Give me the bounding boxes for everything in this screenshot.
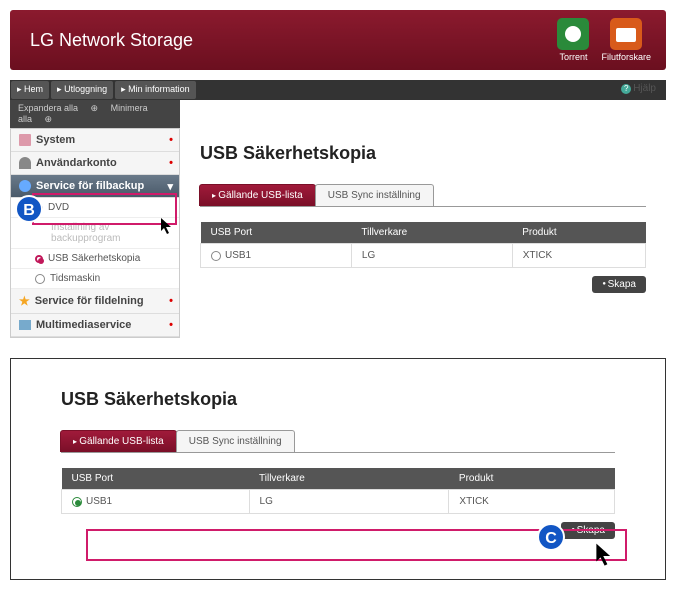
app-icon [35, 227, 46, 239]
cell-port: USB1 [225, 250, 251, 261]
tab-bar: Gällande USB-lista USB Sync inställning [200, 184, 646, 207]
usb-table: USB Port Tillverkare Produkt USB1 LG XTI… [200, 222, 646, 268]
star-icon: ★ [19, 294, 30, 308]
radio-icon [35, 255, 43, 263]
sidebar-sub-usb[interactable]: USB Säkerhetskopia [11, 249, 179, 269]
sidebar-item-label: Tidsmaskin [50, 273, 100, 284]
sidebar-item-label: Användarkonto [36, 157, 117, 169]
cell-maker: LG [351, 244, 512, 268]
cell-maker: LG [249, 490, 449, 514]
top-nav: ▸ Hem ▸ Utloggning ▸ Min information ?Hj… [10, 80, 666, 100]
header-icons: Torrent Filutforskare [557, 18, 651, 62]
tree-controls: Expandera alla ⊕ Minimera alla ⊕ [10, 100, 180, 128]
annotation-badge-b: B [15, 195, 43, 223]
cell-product: XTICK [449, 490, 615, 514]
cursor-icon [160, 217, 176, 242]
main-content: USB Säkerhetskopia Gällande USB-lista US… [180, 128, 666, 308]
expand-all[interactable]: Expandera alla ⊕ [18, 103, 98, 113]
sidebar-item-users[interactable]: Användarkonto [11, 152, 179, 175]
create-button[interactable]: Skapa [561, 522, 615, 539]
col-maker: Tillverkare [249, 468, 449, 490]
user-icon [19, 157, 31, 169]
help-icon: ? [621, 84, 631, 94]
tab-bar: Gällande USB-lista USB Sync inställning [61, 430, 615, 453]
sidebar-item-multimedia[interactable]: Multimediaservice [11, 314, 179, 337]
sidebar-item-label: System [36, 134, 75, 146]
cell-port: USB1 [86, 496, 112, 507]
radio-usb1[interactable] [211, 251, 221, 261]
app-title: LG Network Storage [30, 10, 646, 70]
explorer-label: Filutforskare [601, 52, 651, 62]
explorer-launcher[interactable]: Filutforskare [601, 18, 651, 62]
sidebar: System Användarkonto Service för filback… [10, 128, 180, 338]
app-header: LG Network Storage Torrent Filutforskare [10, 10, 666, 70]
explorer-icon [610, 18, 642, 50]
col-maker: Tillverkare [351, 222, 512, 244]
help-link[interactable]: ?Hjälp [621, 83, 656, 94]
col-port: USB Port [62, 468, 250, 490]
sidebar-item-label: USB Säkerhetskopia [48, 253, 140, 264]
table-row[interactable]: USB1 LG XTICK [62, 490, 615, 514]
system-icon [19, 134, 31, 146]
sidebar-item-share[interactable]: ★ Service för fildelning [11, 289, 179, 314]
torrent-icon [557, 18, 589, 50]
sidebar-item-label: Service för filbackup [36, 180, 144, 192]
torrent-label: Torrent [559, 52, 587, 62]
col-product: Produkt [449, 468, 615, 490]
sidebar-item-label: DVD [48, 202, 69, 213]
radio-usb1[interactable] [72, 497, 82, 507]
tab-usb-list[interactable]: Gällande USB-lista [199, 184, 316, 206]
detail-panel: USB Säkerhetskopia Gällande USB-lista US… [10, 358, 666, 580]
col-product: Produkt [512, 222, 645, 244]
sidebar-sub-time[interactable]: Tidsmaskin [11, 269, 179, 289]
backup-icon [19, 180, 31, 192]
sidebar-item-label: Multimediaservice [36, 319, 131, 331]
create-button[interactable]: Skapa [592, 276, 646, 293]
sidebar-item-system[interactable]: System [11, 129, 179, 152]
multimedia-icon [19, 320, 31, 330]
tab-usb-sync[interactable]: USB Sync inställning [315, 184, 434, 206]
cell-product: XTICK [512, 244, 645, 268]
sidebar-item-label: Service för fildelning [35, 295, 144, 307]
nav-home[interactable]: ▸ Hem [11, 81, 49, 99]
nav-logout[interactable]: ▸ Utloggning [51, 81, 113, 99]
sidebar-item-backup[interactable]: Service för filbackup [11, 175, 179, 198]
page-title: USB Säkerhetskopia [200, 143, 646, 164]
col-port: USB Port [201, 222, 352, 244]
nav-info[interactable]: ▸ Min information [115, 81, 196, 99]
clock-icon [35, 274, 45, 284]
torrent-launcher[interactable]: Torrent [557, 18, 589, 62]
tab-usb-sync[interactable]: USB Sync inställning [176, 430, 295, 452]
cursor-icon [595, 542, 617, 573]
table-row[interactable]: USB1 LG XTICK [201, 244, 646, 268]
annotation-badge-c: C [537, 523, 565, 551]
usb-table: USB Port Tillverkare Produkt USB1 LG XTI… [61, 468, 615, 514]
button-row: Skapa [200, 276, 646, 293]
sidebar-item-label: Inställning av backupprogram [51, 222, 171, 244]
tab-usb-list[interactable]: Gällande USB-lista [60, 430, 177, 452]
page-title: USB Säkerhetskopia [61, 389, 615, 410]
button-row: Skapa [61, 522, 615, 539]
sidebar-sub-app[interactable]: Inställning av backupprogram [11, 218, 179, 249]
